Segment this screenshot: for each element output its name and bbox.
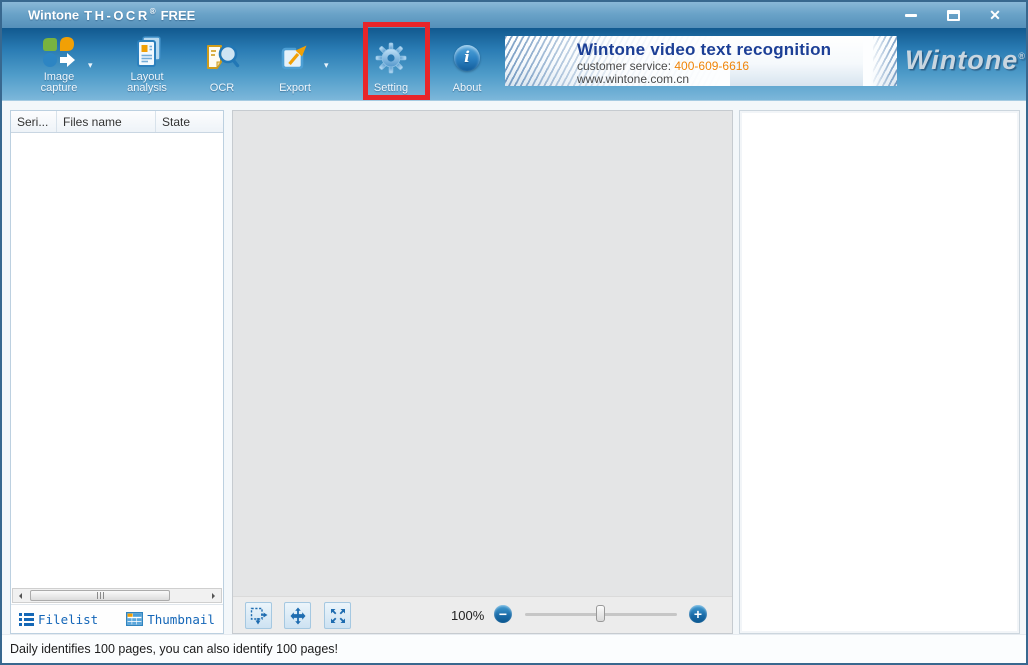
column-files-name[interactable]: Files name <box>57 111 156 132</box>
scrollbar-thumb[interactable] <box>30 590 170 601</box>
zoom-level-label: 100% <box>451 608 484 623</box>
banner-stripes-fade-right <box>863 36 897 86</box>
banner-service-label: customer service: <box>577 59 671 73</box>
info-circle-icon: i <box>454 45 480 71</box>
banner-title: Wintone video text recognition <box>577 40 831 60</box>
window-controls: ✕ <box>898 7 1018 23</box>
title-edition: FREE <box>161 8 196 23</box>
recognition-result-panel[interactable] <box>739 110 1020 634</box>
export-button[interactable]: Export <box>266 32 324 96</box>
image-viewer-panel: 100% − + <box>232 110 733 634</box>
tab-thumbnail-label: Thumbnail <box>147 612 215 627</box>
title-product: TH-OCR <box>84 8 150 23</box>
tab-filelist[interactable]: Filelist <box>19 612 98 627</box>
image-canvas[interactable] <box>233 111 732 596</box>
export-dropdown-icon[interactable]: ▾ <box>324 60 329 71</box>
export-icon <box>278 32 312 83</box>
ocr-icon <box>204 32 240 83</box>
registered-mark: ® <box>150 7 156 16</box>
about-label: About <box>453 83 482 94</box>
setting-button[interactable]: Setting <box>364 32 418 96</box>
minimize-button[interactable] <box>898 7 924 23</box>
window-title: Wintone TH-OCR® FREE <box>28 7 195 22</box>
thumb-grip <box>97 592 98 599</box>
viewer-toolbar: 100% − + <box>233 596 732 633</box>
promo-banner[interactable]: Wintone video text recognition customer … <box>505 36 897 86</box>
zoom-slider-thumb[interactable] <box>596 605 605 622</box>
file-list-header: Seri... Files name State <box>11 111 223 133</box>
close-button[interactable]: ✕ <box>982 7 1008 23</box>
column-serial[interactable]: Seri... <box>11 111 57 132</box>
image-capture-label-2: capture <box>41 83 78 94</box>
setting-gear-icon <box>375 32 407 83</box>
wintone-logo-text: Wintone <box>905 45 1018 75</box>
setting-label: Setting <box>374 83 408 94</box>
thumb-grip <box>100 592 101 599</box>
main-toolbar: Image capture ▾ Layou <box>2 28 1026 101</box>
column-state[interactable]: State <box>156 111 223 132</box>
view-tab-bar: Filelist Thumbnail <box>11 604 223 633</box>
ocr-button[interactable]: OCR <box>196 32 248 96</box>
left-triangle-icon <box>16 593 22 599</box>
tab-thumbnail[interactable]: Thumbnail <box>126 612 215 627</box>
image-capture-button[interactable]: Image capture <box>28 32 90 96</box>
ocr-label: OCR <box>210 83 234 94</box>
title-brand: Wintone <box>28 8 79 23</box>
banner-website: www.wintone.com.cn <box>577 73 831 86</box>
filelist-icon <box>19 613 34 626</box>
title-bar: Wintone TH-OCR® FREE ✕ <box>2 2 1026 28</box>
wintone-logo-reg: ® <box>1018 51 1026 61</box>
maximize-icon <box>947 10 960 21</box>
banner-text: Wintone video text recognition customer … <box>577 40 831 86</box>
about-info-icon: i <box>454 32 480 83</box>
status-bar: Daily identifies 100 pages, you can also… <box>2 634 1026 663</box>
tab-filelist-label: Filelist <box>38 612 98 627</box>
minimize-icon <box>905 14 917 17</box>
horizontal-scrollbar[interactable] <box>12 588 222 603</box>
select-region-icon <box>250 607 268 625</box>
scroll-left-arrow[interactable] <box>13 589 27 602</box>
main-area: Seri... Files name State <box>2 101 1026 634</box>
file-list-area[interactable] <box>11 133 223 588</box>
status-message: Daily identifies 100 pages, you can also… <box>10 642 338 656</box>
layout-analysis-label-2: analysis <box>127 83 167 94</box>
about-button[interactable]: i About <box>442 32 492 96</box>
close-icon: ✕ <box>989 8 1001 22</box>
right-triangle-icon <box>212 593 218 599</box>
layout-analysis-button[interactable]: Layout analysis <box>116 32 178 96</box>
image-capture-dropdown-icon[interactable]: ▾ <box>88 60 93 71</box>
pan-button[interactable] <box>284 602 311 629</box>
fit-window-button[interactable] <box>324 602 351 629</box>
banner-phone: 400-609-6616 <box>674 59 749 73</box>
file-list-panel: Seri... Files name State <box>10 110 224 634</box>
maximize-button[interactable] <box>940 7 966 23</box>
layout-analysis-icon <box>130 32 164 72</box>
fit-window-icon <box>329 607 347 625</box>
pan-move-icon <box>289 607 307 625</box>
select-region-button[interactable] <box>245 602 272 629</box>
zoom-in-button[interactable]: + <box>689 605 707 623</box>
thumb-grip <box>103 592 104 599</box>
zoom-out-button[interactable]: − <box>494 605 512 623</box>
app-window: WintoneTH-OCR®FREE ✕ Image capture ▾ <box>0 0 1028 665</box>
scroll-right-arrow[interactable] <box>207 589 221 602</box>
thumbnail-icon <box>126 612 143 626</box>
export-label: Export <box>279 83 311 94</box>
wintone-logo: Wintone® <box>905 45 1026 76</box>
image-capture-icon <box>41 32 77 72</box>
